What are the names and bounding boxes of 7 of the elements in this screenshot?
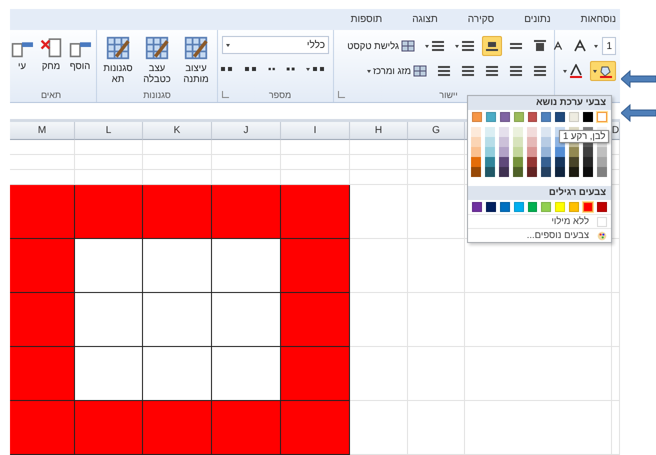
group-label: מספר — [268, 88, 292, 102]
menu-heading: צבעים רגילים — [468, 186, 611, 200]
group-label: יישור — [439, 88, 458, 102]
group-label: סגנונות — [143, 88, 171, 102]
tooltip: לבן, רקע 1 — [559, 130, 610, 143]
group-label: תאים — [40, 88, 62, 102]
menu-heading: צבעי ערכת נושא — [468, 96, 611, 110]
